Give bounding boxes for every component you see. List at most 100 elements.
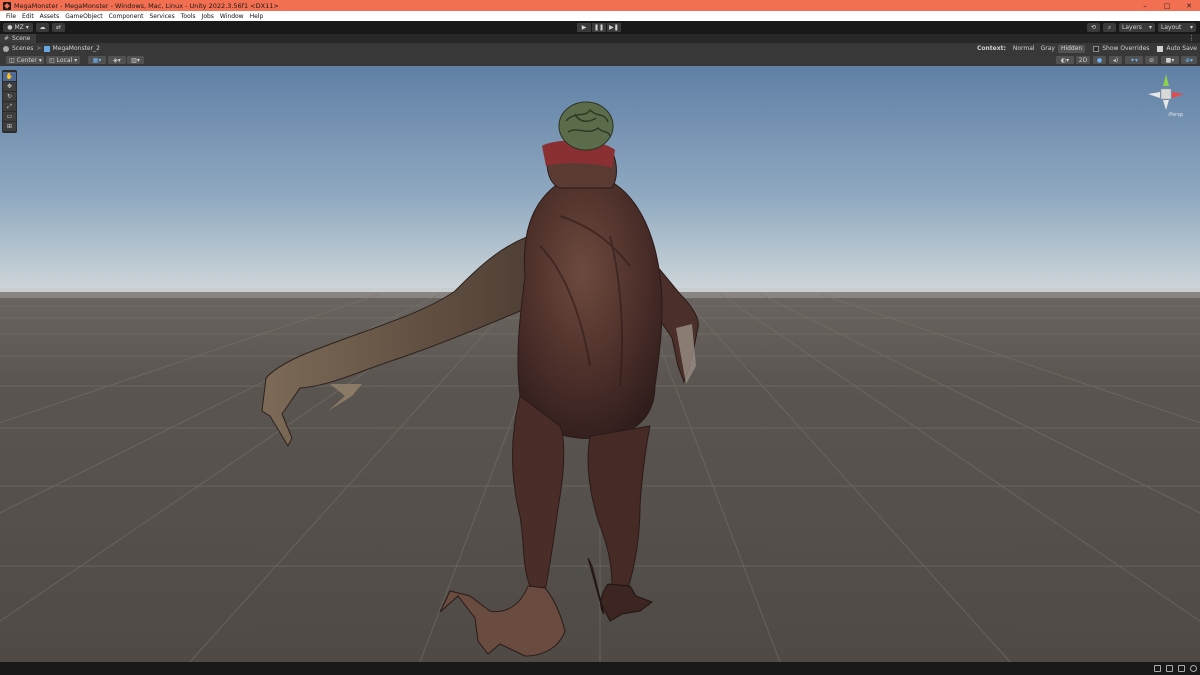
move-tool-button[interactable]: ✥ [3, 82, 16, 91]
title-bar: MegaMonster - MegaMonster - Windows, Mac… [0, 0, 1200, 11]
step-button[interactable]: ▶❚ [607, 23, 621, 32]
account-dropdown[interactable]: ● MZ ▾ [3, 23, 33, 32]
gizmo-y-axis[interactable] [1163, 74, 1169, 86]
transform-icon: ⊞ [6, 123, 13, 130]
layers-label: Layers [1122, 24, 1142, 31]
pivot-mode-label: Center [16, 56, 37, 64]
rect-tool-button[interactable]: ▭ [3, 112, 16, 121]
breadcrumb-separator: > [36, 45, 42, 52]
pivot-space-label: Local [56, 56, 73, 64]
snap-grid-icon: ▥▾ [131, 56, 140, 64]
snap-icon: ◈▾ [113, 56, 121, 64]
shading-sphere-icon: ◐▾ [1060, 56, 1070, 64]
gizmo-neg-y-axis[interactable] [1163, 100, 1169, 110]
chevron-down-icon: ▾ [1148, 24, 1152, 31]
version-control-button[interactable]: ⇄ [52, 23, 65, 32]
menu-bar: File Edit Assets GameObject Component Se… [0, 11, 1200, 21]
auto-save-label: Auto Save [1166, 45, 1197, 52]
rotate-tool-button[interactable]: ↻ [3, 92, 16, 101]
context-option-normal[interactable]: Normal [1010, 45, 1038, 53]
grid-snapping-button[interactable]: ▦▾ [88, 56, 106, 64]
context-controls: Context: Normal Gray Hidden Show Overrid… [977, 43, 1200, 54]
scene-tab-icon: # [4, 35, 10, 42]
console-icon[interactable] [1154, 665, 1161, 672]
pivot-space-dropdown[interactable]: ◰ Local ▾ [46, 56, 80, 64]
transform-tool-button[interactable]: ⊞ [3, 122, 16, 131]
menu-services[interactable]: Services [146, 13, 177, 20]
transform-tool-palette: ✋ ✥ ↻ ⤢ ▭ ⊞ [2, 70, 17, 133]
show-overrides-checkbox[interactable] [1093, 45, 1100, 52]
tab-strip: # Scene ⋮ [0, 34, 1200, 43]
menu-assets[interactable]: Assets [37, 13, 63, 20]
hand-tool-button[interactable]: ✋ [3, 72, 16, 81]
close-button[interactable]: ✕ [1178, 0, 1200, 11]
layout-label: Layout [1161, 24, 1182, 31]
pause-button[interactable]: ❚❚ [592, 23, 606, 32]
effects-dropdown[interactable]: ✦▾ [1125, 56, 1143, 64]
layout-dropdown[interactable]: Layout ▾ [1158, 23, 1196, 32]
breadcrumb-current[interactable]: MegaMonster_2 [52, 45, 99, 52]
history-icon: ⟲ [1090, 24, 1097, 31]
scene-toolbar: ◫ Center ▾ ◰ Local ▾ ▦▾ ◈▾ ▥▾ ◐▾ 2D ● ◂)… [0, 54, 1200, 66]
menu-gameobject[interactable]: GameObject [62, 13, 105, 20]
status-icons [1154, 665, 1197, 672]
show-overrides-label: Show Overrides [1102, 45, 1150, 52]
lightbulb-icon: ● [1096, 56, 1103, 64]
move-icon: ✥ [6, 83, 13, 90]
menu-help[interactable]: Help [247, 13, 267, 20]
gizmo-x-axis[interactable] [1172, 92, 1184, 98]
breadcrumb-scenes[interactable]: Scenes [12, 45, 33, 52]
chevron-down-icon: ▾ [74, 56, 78, 64]
scenes-icon [3, 45, 9, 52]
local-space-icon: ◰ [49, 56, 55, 64]
maximize-button[interactable]: □ [1156, 0, 1178, 11]
progress-icon[interactable] [1166, 665, 1173, 672]
menu-component[interactable]: Component [106, 13, 147, 20]
menu-edit[interactable]: Edit [19, 13, 37, 20]
collab-icon[interactable] [1178, 665, 1185, 672]
search-button[interactable]: ⌕ [1103, 23, 1116, 32]
gizmo-center-cube[interactable] [1160, 88, 1172, 100]
monster-torso [517, 183, 663, 439]
eye-slash-icon: ⊘ [1148, 56, 1155, 64]
settings-icon[interactable] [1190, 665, 1197, 672]
auto-save-checkbox[interactable] [1157, 45, 1164, 52]
gizmos-dropdown[interactable]: ⊕▾ [1181, 56, 1197, 64]
prefab-cube-icon [44, 45, 51, 52]
play-button[interactable]: ▶ [577, 23, 591, 32]
snap-settings-button[interactable]: ▥▾ [127, 56, 144, 64]
more-options-icon[interactable]: ⋮ [1188, 34, 1195, 43]
menu-tools[interactable]: Tools [178, 13, 199, 20]
speaker-icon: ◂) [1112, 56, 1119, 64]
context-option-gray[interactable]: Gray [1038, 45, 1058, 53]
toggle-2d-label: 2D [1078, 56, 1088, 64]
scale-icon: ⤢ [7, 102, 12, 110]
cloud-button[interactable]: ☁ [36, 23, 49, 32]
window-title: MegaMonster - MegaMonster - Windows, Mac… [14, 1, 279, 10]
layers-dropdown[interactable]: Layers ▾ [1119, 23, 1155, 32]
scene-render [0, 66, 1200, 662]
menu-window[interactable]: Window [217, 13, 247, 20]
gizmo-neg-x-axis[interactable] [1148, 92, 1160, 98]
increment-snapping-button[interactable]: ◈▾ [108, 56, 126, 64]
menu-jobs[interactable]: Jobs [199, 13, 217, 20]
window-controls: – □ ✕ [1134, 0, 1200, 11]
chevron-down-icon: ▾ [38, 56, 42, 64]
tab-scene[interactable]: # Scene [0, 34, 37, 43]
scene-viewport[interactable] [0, 66, 1200, 662]
draw-mode-dropdown[interactable]: ◐▾ [1056, 56, 1074, 64]
status-bar [0, 662, 1200, 675]
audio-toggle[interactable]: ◂) [1109, 56, 1122, 64]
grid-icon: ▦▾ [92, 56, 102, 64]
minimize-button[interactable]: – [1134, 0, 1156, 11]
hidden-objects-toggle[interactable]: ⊘ [1145, 56, 1158, 64]
projection-label[interactable]: ‹Persp [1167, 112, 1183, 118]
pivot-mode-dropdown[interactable]: ◫ Center ▾ [6, 56, 44, 64]
context-option-hidden[interactable]: Hidden [1057, 44, 1086, 53]
lighting-toggle[interactable]: ● [1093, 56, 1106, 64]
undo-history-button[interactable]: ⟲ [1087, 23, 1100, 32]
menu-file[interactable]: File [3, 13, 19, 20]
scene-camera-dropdown[interactable]: ■▾ [1161, 56, 1179, 64]
toggle-2d-button[interactable]: 2D [1076, 56, 1090, 64]
scale-tool-button[interactable]: ⤢ [3, 102, 16, 111]
